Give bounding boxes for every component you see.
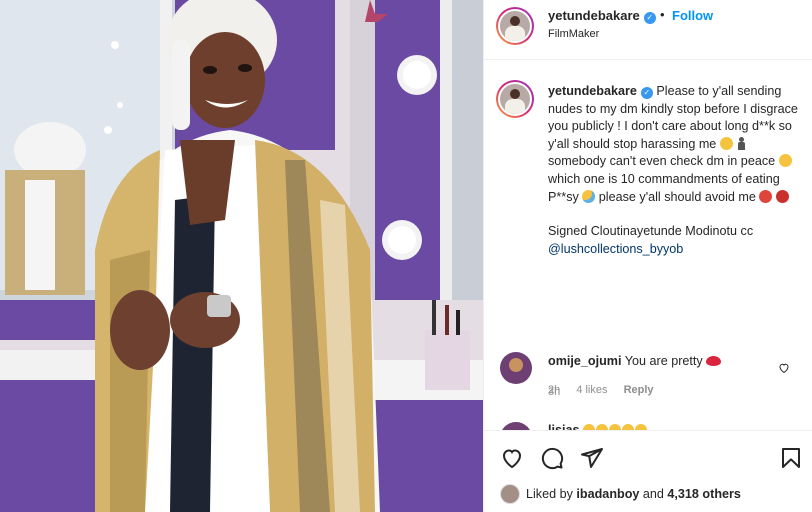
share-icon[interactable]	[580, 446, 604, 470]
expressionless-emoji	[719, 136, 733, 150]
person-with-cane-emoji	[736, 136, 747, 150]
post-header: yetundebakare ✓ • Follow FilmMaker	[484, 0, 812, 60]
caption-username[interactable]: yetundebakare	[548, 84, 637, 98]
author-username-text[interactable]: yetundebakare	[548, 8, 640, 23]
commenter-username[interactable]: omije_ojumi	[548, 354, 621, 368]
comment-like-heart-icon[interactable]	[778, 362, 790, 374]
caption-avatar-image	[498, 82, 532, 116]
angry-emoji	[759, 189, 773, 203]
liker-username[interactable]: ibadanboy	[576, 487, 639, 501]
liked-by-middle: and	[642, 487, 664, 501]
comment-body: You are pretty	[624, 354, 703, 368]
author-subtitle: FilmMaker	[548, 28, 600, 40]
comment-icon[interactable]	[540, 446, 564, 470]
post-actions: Liked by ibadanboy and 4,318 others	[484, 430, 812, 512]
crying-emoji	[582, 189, 596, 203]
author-username[interactable]: yetundebakare ✓	[548, 8, 656, 24]
post-image	[0, 0, 483, 512]
commenter-avatar[interactable]	[500, 352, 532, 384]
comment-time[interactable]: 2h	[548, 384, 560, 396]
likes-count[interactable]: 4,318 others	[667, 487, 741, 501]
comment-item: lisias	[484, 418, 812, 430]
worried-emoji	[778, 154, 792, 168]
comment-text: lisias	[548, 423, 648, 430]
cursing-emoji	[775, 189, 789, 203]
comment-text: omije_ojumi You are pretty	[548, 354, 722, 368]
author-avatar[interactable]	[496, 7, 534, 45]
liked-by-prefix: Liked by	[526, 487, 573, 501]
kiss-lips-emoji	[706, 356, 722, 366]
heart-icon[interactable]	[500, 446, 524, 470]
caption-avatar[interactable]	[496, 80, 534, 118]
comment-meta: 2h 4 likes Reply	[548, 384, 667, 396]
post-photo[interactable]	[0, 0, 483, 512]
comment-likes[interactable]: 4 likes	[576, 384, 607, 396]
liked-by-summary: Liked by ibadanboy and 4,318 others	[500, 484, 741, 504]
verified-badge-icon: ✓	[640, 87, 653, 99]
follow-button[interactable]: Follow	[672, 8, 713, 23]
caption-body-4: please y'all should avoid me	[598, 189, 756, 204]
comment-reply-button[interactable]: Reply	[624, 384, 654, 396]
commenter-username[interactable]: lisias	[548, 423, 580, 430]
verified-badge-icon: ✓	[643, 12, 656, 24]
post-sidebar: yetundebakare ✓ • Follow FilmMaker yetund…	[483, 0, 812, 512]
caption-mention-link[interactable]: @lushcollections_byyob	[548, 242, 683, 256]
author-avatar-image	[498, 9, 532, 43]
liker-avatar[interactable]	[500, 484, 520, 504]
commenter-avatar[interactable]	[500, 422, 532, 430]
header-separator: •	[660, 7, 665, 22]
bookmark-icon[interactable]	[779, 446, 803, 470]
caption-signed: Signed Cloutinayetunde Modinotu cc @lush…	[548, 223, 800, 258]
caption-signed-text: Signed Cloutinayetunde Modinotu cc	[548, 224, 754, 239]
caption-body-2: somebody can't even check dm in peace	[548, 154, 776, 169]
caption-text: yetundebakare ✓ Please to y'all sending n…	[548, 83, 800, 258]
